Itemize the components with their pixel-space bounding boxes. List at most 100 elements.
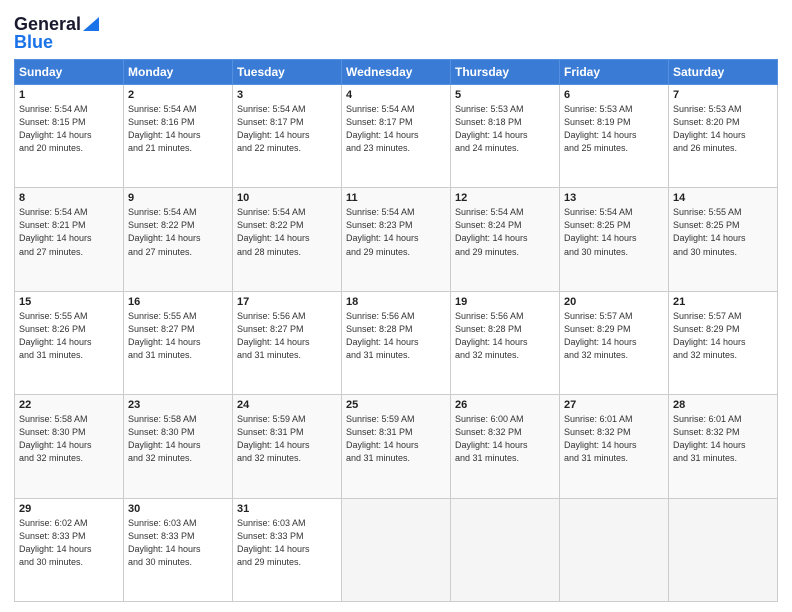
day-number: 14 — [673, 192, 773, 204]
day-info: Sunrise: 5:56 AMSunset: 8:28 PMDaylight:… — [346, 310, 446, 362]
day-number: 8 — [19, 192, 119, 204]
calendar-day-cell: 29 Sunrise: 6:02 AMSunset: 8:33 PMDayligh… — [15, 498, 124, 601]
calendar-day-cell: 31 Sunrise: 6:03 AMSunset: 8:33 PMDayligh… — [233, 498, 342, 601]
day-number: 30 — [128, 503, 228, 515]
day-info: Sunrise: 5:54 AMSunset: 8:22 PMDaylight:… — [128, 206, 228, 258]
calendar-week-row: 22 Sunrise: 5:58 AMSunset: 8:30 PMDayligh… — [15, 395, 778, 498]
day-info: Sunrise: 5:54 AMSunset: 8:23 PMDaylight:… — [346, 206, 446, 258]
calendar-day-cell: 26 Sunrise: 6:00 AMSunset: 8:32 PMDayligh… — [451, 395, 560, 498]
day-info: Sunrise: 5:54 AMSunset: 8:15 PMDaylight:… — [19, 103, 119, 155]
day-number: 11 — [346, 192, 446, 204]
day-info: Sunrise: 5:55 AMSunset: 8:25 PMDaylight:… — [673, 206, 773, 258]
calendar-day-cell: 14 Sunrise: 5:55 AMSunset: 8:25 PMDayligh… — [669, 188, 778, 291]
day-info: Sunrise: 5:55 AMSunset: 8:26 PMDaylight:… — [19, 310, 119, 362]
calendar-body: 1 Sunrise: 5:54 AMSunset: 8:15 PMDaylight… — [15, 85, 778, 602]
day-number: 9 — [128, 192, 228, 204]
calendar-day-cell: 12 Sunrise: 5:54 AMSunset: 8:24 PMDayligh… — [451, 188, 560, 291]
day-info: Sunrise: 5:54 AMSunset: 8:17 PMDaylight:… — [346, 103, 446, 155]
day-number: 21 — [673, 296, 773, 308]
day-number: 20 — [564, 296, 664, 308]
calendar-day-cell — [342, 498, 451, 601]
day-number: 7 — [673, 89, 773, 101]
weekday-header: Sunday — [15, 60, 124, 85]
calendar-day-cell: 18 Sunrise: 5:56 AMSunset: 8:28 PMDayligh… — [342, 291, 451, 394]
day-info: Sunrise: 6:01 AMSunset: 8:32 PMDaylight:… — [673, 413, 773, 465]
day-number: 18 — [346, 296, 446, 308]
calendar-day-cell: 27 Sunrise: 6:01 AMSunset: 8:32 PMDayligh… — [560, 395, 669, 498]
calendar-week-row: 8 Sunrise: 5:54 AMSunset: 8:21 PMDaylight… — [15, 188, 778, 291]
calendar-day-cell: 17 Sunrise: 5:56 AMSunset: 8:27 PMDayligh… — [233, 291, 342, 394]
day-info: Sunrise: 5:55 AMSunset: 8:27 PMDaylight:… — [128, 310, 228, 362]
day-number: 17 — [237, 296, 337, 308]
calendar-day-cell — [560, 498, 669, 601]
day-number: 12 — [455, 192, 555, 204]
calendar-day-cell — [451, 498, 560, 601]
calendar-day-cell: 10 Sunrise: 5:54 AMSunset: 8:22 PMDayligh… — [233, 188, 342, 291]
day-number: 26 — [455, 399, 555, 411]
day-info: Sunrise: 6:03 AMSunset: 8:33 PMDaylight:… — [237, 517, 337, 569]
calendar-day-cell: 4 Sunrise: 5:54 AMSunset: 8:17 PMDaylight… — [342, 85, 451, 188]
weekday-header: Monday — [124, 60, 233, 85]
calendar-table: SundayMondayTuesdayWednesdayThursdayFrid… — [14, 59, 778, 602]
day-info: Sunrise: 6:01 AMSunset: 8:32 PMDaylight:… — [564, 413, 664, 465]
calendar-day-cell: 8 Sunrise: 5:54 AMSunset: 8:21 PMDaylight… — [15, 188, 124, 291]
header: General Blue — [14, 10, 778, 53]
day-info: Sunrise: 5:57 AMSunset: 8:29 PMDaylight:… — [673, 310, 773, 362]
day-number: 31 — [237, 503, 337, 515]
calendar-week-row: 29 Sunrise: 6:02 AMSunset: 8:33 PMDayligh… — [15, 498, 778, 601]
calendar-day-cell: 16 Sunrise: 5:55 AMSunset: 8:27 PMDayligh… — [124, 291, 233, 394]
calendar-day-cell: 24Sunrise: 5:59 AMSunset: 8:31 PMDayligh… — [233, 395, 342, 498]
calendar-week-row: 15 Sunrise: 5:55 AMSunset: 8:26 PMDayligh… — [15, 291, 778, 394]
calendar-day-cell: 1 Sunrise: 5:54 AMSunset: 8:15 PMDaylight… — [15, 85, 124, 188]
day-number: 28 — [673, 399, 773, 411]
day-info: Sunrise: 5:54 AMSunset: 8:17 PMDaylight:… — [237, 103, 337, 155]
day-info: Sunrise: 5:56 AMSunset: 8:28 PMDaylight:… — [455, 310, 555, 362]
calendar-day-cell: 23Sunrise: 5:58 AMSunset: 8:30 PMDayligh… — [124, 395, 233, 498]
day-number: 4 — [346, 89, 446, 101]
day-number: 10 — [237, 192, 337, 204]
day-number: 19 — [455, 296, 555, 308]
calendar-day-cell: 7Sunrise: 5:53 AMSunset: 8:20 PMDaylight… — [669, 85, 778, 188]
day-info: Sunrise: 5:56 AMSunset: 8:27 PMDaylight:… — [237, 310, 337, 362]
day-info: Sunrise: 5:58 AMSunset: 8:30 PMDaylight:… — [128, 413, 228, 465]
day-info: Sunrise: 5:58 AMSunset: 8:30 PMDaylight:… — [19, 413, 119, 465]
calendar-day-cell: 20Sunrise: 5:57 AMSunset: 8:29 PMDayligh… — [560, 291, 669, 394]
day-info: Sunrise: 6:00 AMSunset: 8:32 PMDaylight:… — [455, 413, 555, 465]
day-info: Sunrise: 5:59 AMSunset: 8:31 PMDaylight:… — [346, 413, 446, 465]
calendar-day-cell: 25Sunrise: 5:59 AMSunset: 8:31 PMDayligh… — [342, 395, 451, 498]
weekday-header: Saturday — [669, 60, 778, 85]
weekday-header: Tuesday — [233, 60, 342, 85]
calendar-day-cell: 21 Sunrise: 5:57 AMSunset: 8:29 PMDayligh… — [669, 291, 778, 394]
day-number: 22 — [19, 399, 119, 411]
day-number: 5 — [455, 89, 555, 101]
day-number: 16 — [128, 296, 228, 308]
calendar-day-cell: 19 Sunrise: 5:56 AMSunset: 8:28 PMDayligh… — [451, 291, 560, 394]
calendar-day-cell: 5Sunrise: 5:53 AMSunset: 8:18 PMDaylight… — [451, 85, 560, 188]
calendar-day-cell: 22 Sunrise: 5:58 AMSunset: 8:30 PMDayligh… — [15, 395, 124, 498]
calendar-day-cell: 13 Sunrise: 5:54 AMSunset: 8:25 PMDayligh… — [560, 188, 669, 291]
day-number: 15 — [19, 296, 119, 308]
calendar-day-cell: 28 Sunrise: 6:01 AMSunset: 8:32 PMDayligh… — [669, 395, 778, 498]
calendar-week-row: 1 Sunrise: 5:54 AMSunset: 8:15 PMDaylight… — [15, 85, 778, 188]
calendar-day-cell: 30 Sunrise: 6:03 AMSunset: 8:33 PMDayligh… — [124, 498, 233, 601]
day-number: 3 — [237, 89, 337, 101]
day-info: Sunrise: 5:54 AMSunset: 8:25 PMDaylight:… — [564, 206, 664, 258]
calendar-day-cell — [669, 498, 778, 601]
calendar-header-row: SundayMondayTuesdayWednesdayThursdayFrid… — [15, 60, 778, 85]
day-number: 29 — [19, 503, 119, 515]
calendar-day-cell: 6Sunrise: 5:53 AMSunset: 8:19 PMDaylight… — [560, 85, 669, 188]
day-info: Sunrise: 5:54 AMSunset: 8:16 PMDaylight:… — [128, 103, 228, 155]
day-info: Sunrise: 5:54 AMSunset: 8:21 PMDaylight:… — [19, 206, 119, 258]
day-number: 27 — [564, 399, 664, 411]
day-number: 1 — [19, 89, 119, 101]
logo: General Blue — [14, 10, 99, 53]
day-info: Sunrise: 6:02 AMSunset: 8:33 PMDaylight:… — [19, 517, 119, 569]
day-number: 13 — [564, 192, 664, 204]
day-info: Sunrise: 5:54 AMSunset: 8:24 PMDaylight:… — [455, 206, 555, 258]
day-info: Sunrise: 5:59 AMSunset: 8:31 PMDaylight:… — [237, 413, 337, 465]
day-info: Sunrise: 5:53 AMSunset: 8:19 PMDaylight:… — [564, 103, 664, 155]
day-info: Sunrise: 6:03 AMSunset: 8:33 PMDaylight:… — [128, 517, 228, 569]
logo-icon — [83, 17, 99, 31]
weekday-header: Wednesday — [342, 60, 451, 85]
day-info: Sunrise: 5:54 AMSunset: 8:22 PMDaylight:… — [237, 206, 337, 258]
